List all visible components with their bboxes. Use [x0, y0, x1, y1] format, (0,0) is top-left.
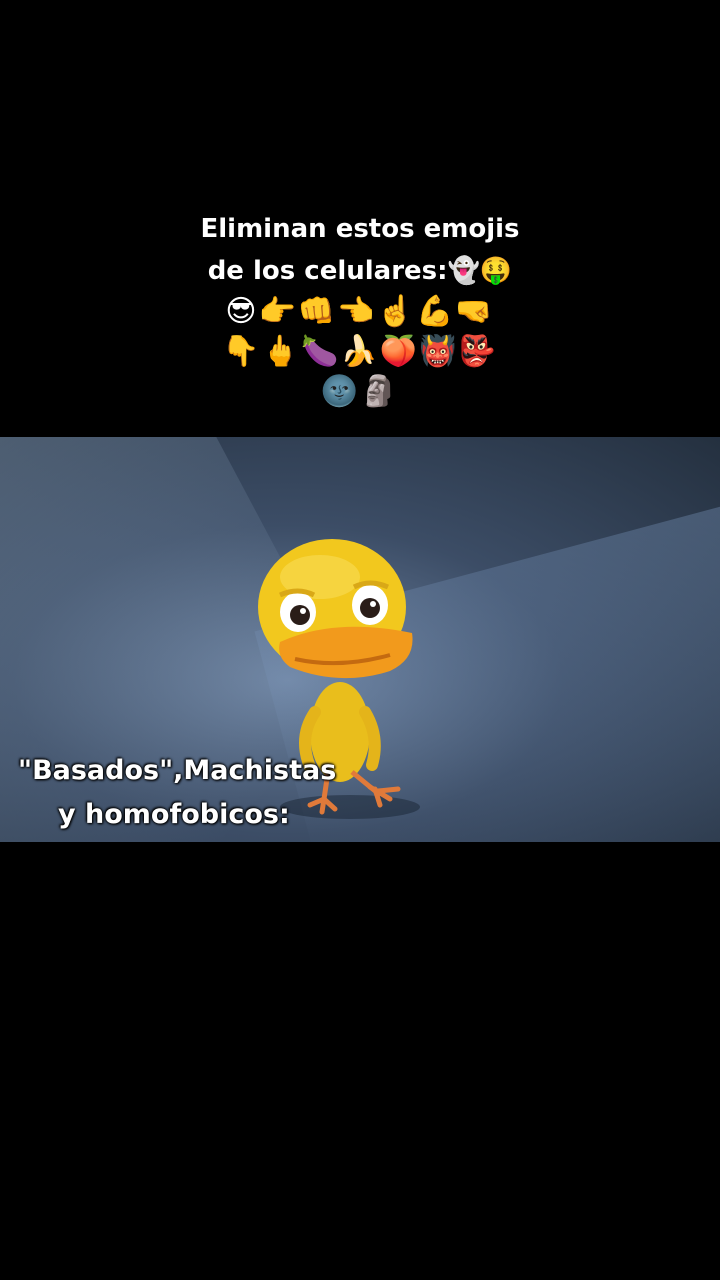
- caption-line-1: Eliminan estos emojis: [200, 214, 520, 244]
- subtitle-line-1: "Basados",Machistas: [18, 755, 337, 786]
- caption-line-2: de los celulares:👻🤑: [207, 256, 513, 286]
- caption-emoji-row-1: 😎👉👊👈☝️💪🤜: [225, 294, 495, 329]
- caption-emoji-row-3: 🌚🗿: [320, 374, 400, 409]
- top-caption: Eliminan estos emojis de los celulares:👻…: [0, 208, 720, 412]
- video-subtitle: "Basados",Machistas y homofobicos:: [18, 749, 336, 837]
- video-frame[interactable]: "Basados",Machistas y homofobicos:: [0, 437, 720, 842]
- caption-emoji-row-2: 👇🖕🍆🍌🍑👹👺: [222, 334, 498, 369]
- subtitle-line-2: y homofobicos:: [58, 799, 290, 830]
- tiktok-video-screen: Eliminan estos emojis de los celulares:👻…: [0, 0, 720, 1280]
